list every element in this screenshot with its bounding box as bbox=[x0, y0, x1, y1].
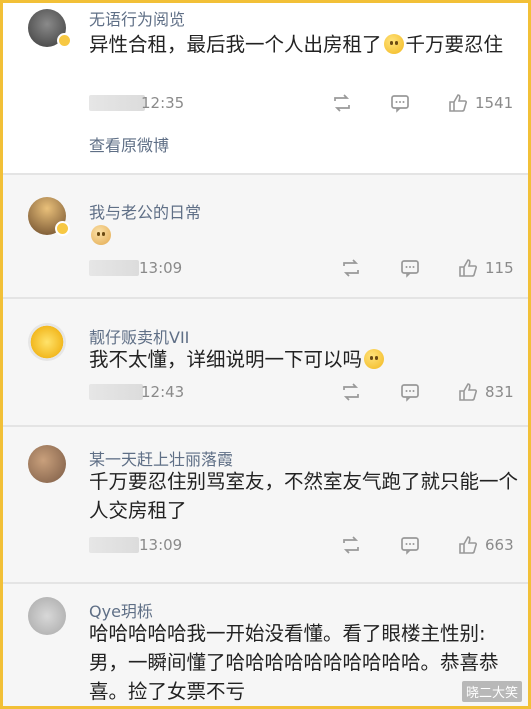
comment-meta: 13:09 115 bbox=[3, 257, 528, 281]
comment-text bbox=[89, 221, 519, 250]
repost-icon[interactable] bbox=[340, 257, 362, 279]
comment-icon[interactable] bbox=[389, 92, 411, 114]
like-count: 1541 bbox=[475, 94, 514, 112]
avatar[interactable] bbox=[28, 445, 66, 483]
comment-list: 无语行为阅览 异性合租，最后我一个人出房租了 千万要忍住 12:35 1541 查… bbox=[3, 3, 528, 706]
like-icon[interactable] bbox=[447, 92, 469, 114]
smile-emoji-icon bbox=[383, 34, 404, 54]
like-icon[interactable] bbox=[457, 257, 479, 279]
repost-icon[interactable] bbox=[340, 381, 362, 403]
comment-text: 千万要忍住别骂室友，不然室友气跑了就只能一个人交房租了 bbox=[89, 470, 519, 522]
comment-icon[interactable] bbox=[399, 534, 421, 556]
comment-meta: 13:09 663 bbox=[3, 534, 528, 558]
like-icon[interactable] bbox=[457, 381, 479, 403]
comment-time: 12:35 bbox=[141, 94, 185, 112]
comment-meta: 12:35 1541 bbox=[3, 92, 528, 116]
like-count: 663 bbox=[485, 536, 514, 554]
comment-item: Qye玥栎 哈哈哈哈哈我一开始没看懂。看了眼楼主性别:男，一瞬间懂了哈哈哈哈哈哈… bbox=[3, 584, 528, 706]
repost-icon[interactable] bbox=[340, 534, 362, 556]
comment-time: 12:43 bbox=[141, 383, 185, 401]
comment-item: 靓仔贩卖机VII 我不太懂，详细说明一下可以吗 12:43 831 bbox=[3, 299, 528, 425]
comment-item: 我与老公的日常 13:09 115 bbox=[3, 175, 528, 297]
blurred-date bbox=[89, 95, 145, 111]
comment-item: 无语行为阅览 异性合租，最后我一个人出房租了 千万要忍住 12:35 1541 查… bbox=[3, 3, 528, 173]
comment-text-part: 我不太懂，详细说明一下可以吗 bbox=[89, 348, 363, 371]
like-count: 831 bbox=[485, 383, 514, 401]
like-icon[interactable] bbox=[457, 534, 479, 556]
verified-badge-icon bbox=[55, 221, 70, 236]
like-count: 115 bbox=[485, 259, 514, 277]
dog-emoji-icon bbox=[91, 225, 111, 245]
view-original-link[interactable]: 查看原微博 bbox=[89, 132, 169, 156]
comment-time: 13:09 bbox=[139, 259, 183, 277]
blurred-date bbox=[89, 537, 139, 553]
watermark: 晓二大笑 bbox=[461, 681, 522, 702]
username[interactable]: 我与老公的日常 bbox=[89, 199, 201, 223]
comment-icon[interactable] bbox=[399, 381, 421, 403]
comment-item: 某一天赶上壮丽落霞 千万要忍住别骂室友，不然室友气跑了就只能一个人交房租了 13… bbox=[3, 427, 528, 582]
comment-text-part: 异性合租，最后我一个人出房租了 bbox=[89, 33, 382, 56]
verified-badge-icon bbox=[57, 33, 72, 48]
comment-text-part: 千万要忍住 bbox=[405, 33, 504, 56]
comment-time: 13:09 bbox=[139, 536, 183, 554]
comment-icon[interactable] bbox=[399, 257, 421, 279]
curious-emoji-icon bbox=[364, 349, 385, 369]
blurred-date bbox=[89, 384, 143, 400]
repost-icon[interactable] bbox=[331, 92, 353, 114]
blurred-date bbox=[89, 260, 139, 276]
comment-meta: 12:43 831 bbox=[3, 381, 528, 405]
avatar[interactable] bbox=[28, 597, 66, 635]
comment-text: 我不太懂，详细说明一下可以吗 bbox=[89, 345, 519, 374]
avatar[interactable] bbox=[28, 323, 66, 361]
comment-text: 哈哈哈哈哈我一开始没看懂。看了眼楼主性别:男，一瞬间懂了哈哈哈哈哈哈哈哈哈哈。恭… bbox=[89, 622, 499, 703]
comment-text: 异性合租，最后我一个人出房租了 千万要忍住 bbox=[89, 30, 519, 59]
username[interactable]: 无语行为阅览 bbox=[89, 6, 185, 30]
